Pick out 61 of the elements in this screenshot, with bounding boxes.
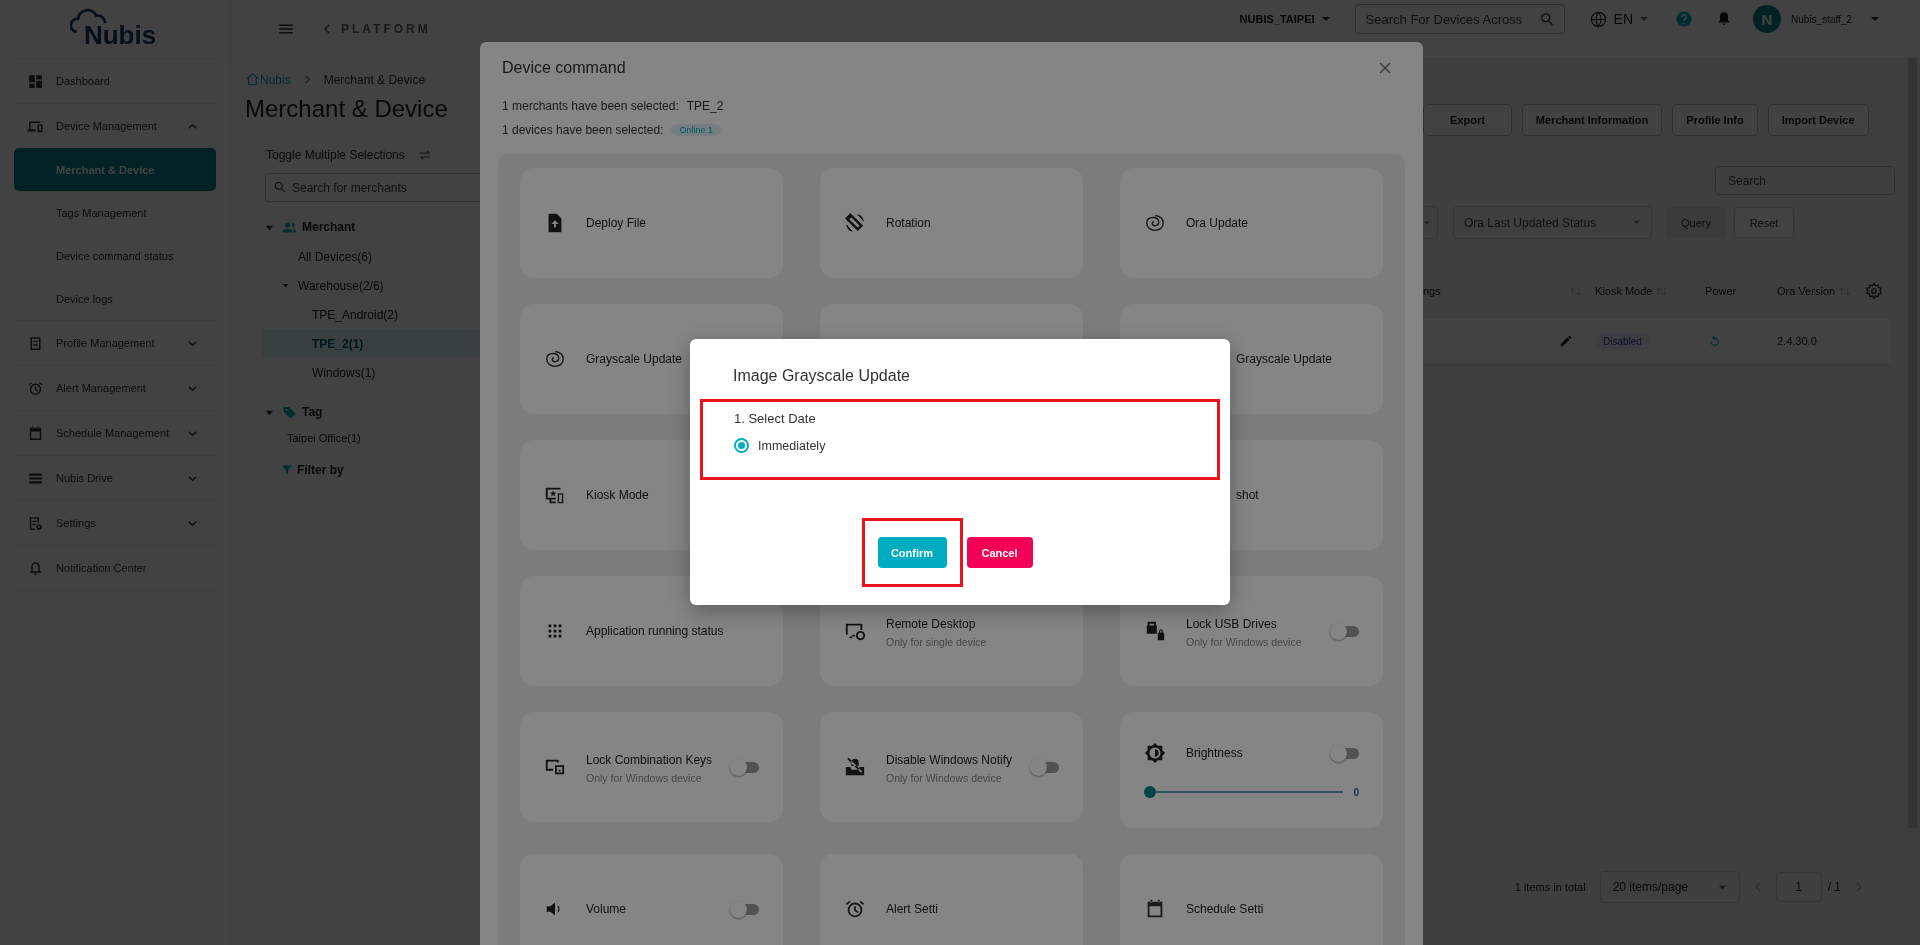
command-card[interactable]: Lock Combination Keys Only for Windows device: [520, 712, 783, 822]
command-card[interactable]: Brightness 0: [1120, 712, 1383, 828]
merchant-name: TPE_2: [686, 99, 724, 113]
command-title: Schedule Setti: [1186, 900, 1264, 918]
selection-summary: 1 merchants have been selected:: [502, 99, 679, 113]
command-title: Volume: [586, 900, 628, 918]
sidebar-subitem[interactable]: Merchant & Device: [14, 148, 216, 191]
user-avatar[interactable]: N: [1753, 5, 1782, 33]
command-title: Rotation: [886, 214, 931, 232]
confirm-button[interactable]: Confirm: [877, 537, 947, 568]
command-title: Application running status: [586, 622, 724, 640]
command-card[interactable]: Disable Windows Notify Only for Windows device: [820, 712, 1083, 822]
tree-node[interactable]: Windows(1): [261, 358, 481, 387]
command-title: Lock USB Drives: [1186, 615, 1278, 633]
action-button[interactable]: Profile Info: [1672, 104, 1758, 136]
slider-value: 0: [1353, 786, 1359, 798]
command-card[interactable]: Volume: [520, 854, 783, 945]
breadcrumb-item[interactable]: Nubis: [260, 72, 291, 87]
command-note: Only for Windows device: [586, 771, 703, 784]
organization-selector[interactable]: NUBIS_TAIPEI: [1239, 13, 1315, 25]
command-title: Deploy File: [586, 214, 647, 232]
tree-node[interactable]: All Devices(6): [245, 242, 481, 271]
command-title: shot: [1236, 486, 1259, 504]
tree-node[interactable]: TPE_2(1): [261, 329, 481, 358]
command-title: Lock Combination Keys: [586, 751, 714, 769]
action-button[interactable]: Export: [1423, 104, 1512, 136]
command-title: Brightness: [1186, 744, 1244, 762]
command-title: Grayscale Update: [586, 350, 683, 368]
user-name[interactable]: Nubis_staff_2: [1791, 13, 1852, 25]
language-selector[interactable]: EN: [1613, 11, 1634, 27]
command-card[interactable]: Schedule Setti: [1120, 854, 1383, 945]
tree-section-label: Merchant: [302, 220, 356, 234]
command-title: Grayscale Update: [1236, 350, 1333, 368]
command-note: Only for Windows device: [1186, 635, 1303, 648]
command-note: Only for single device: [886, 635, 987, 648]
modal-title: Device command: [502, 59, 626, 77]
command-title: Alert Setti: [886, 900, 939, 918]
command-title: Remote Desktop: [886, 615, 977, 633]
step-label: 1. Select Date: [734, 411, 817, 426]
cancel-button[interactable]: Cancel: [966, 537, 1033, 568]
tree-node[interactable]: TPE_Android(2): [261, 300, 481, 329]
table-cell: 2.4.30.0: [1777, 335, 1817, 347]
tree-section-label: Tag: [302, 405, 323, 419]
selection-summary: 1 devices have been selected:: [502, 123, 664, 137]
online-badge: Online 1: [671, 124, 721, 136]
action-button[interactable]: Import Device: [1767, 104, 1869, 136]
tree-node[interactable]: Warehouse(2/6): [245, 271, 481, 300]
page-title: Merchant & Device: [245, 95, 449, 123]
action-button[interactable]: Merchant Information: [1521, 104, 1663, 136]
command-title: Disable Windows Notify: [886, 751, 1014, 769]
logo-text: Nubis: [83, 19, 157, 51]
filter-label[interactable]: Filter by: [297, 463, 344, 477]
command-title: Kiosk Mode: [586, 486, 649, 504]
command-card[interactable]: Rotation: [820, 168, 1083, 278]
command-card[interactable]: Alert Setti: [820, 854, 1083, 945]
command-card[interactable]: Ora Update: [1120, 168, 1383, 278]
command-note: Only for Windows device: [886, 771, 1003, 784]
command-title: Ora Update: [1186, 214, 1249, 232]
toggle-selection-label: Toggle Multiple Selections: [266, 148, 405, 162]
command-card[interactable]: Deploy File: [520, 168, 783, 278]
command-card[interactable]: Application running status: [520, 576, 783, 686]
